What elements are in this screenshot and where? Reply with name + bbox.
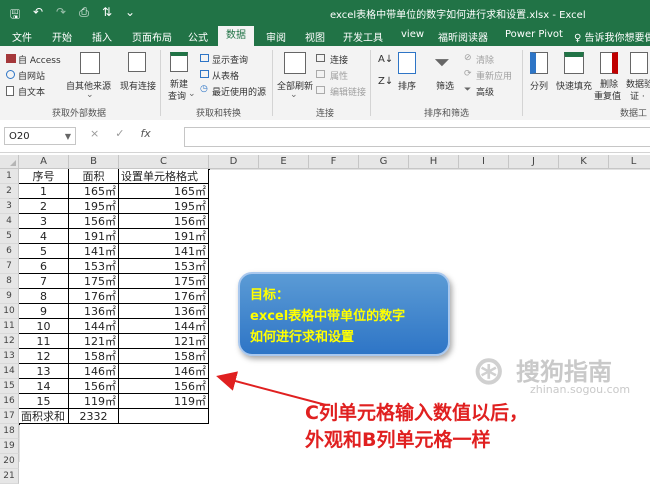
- annotation-arrow: [216, 371, 327, 406]
- row-header-21[interactable]: 21: [0, 469, 19, 484]
- annotation-line-2: 外观和B列单元格一样: [305, 429, 491, 451]
- annotation-line-1: C列单元格输入数值以后，: [305, 402, 528, 424]
